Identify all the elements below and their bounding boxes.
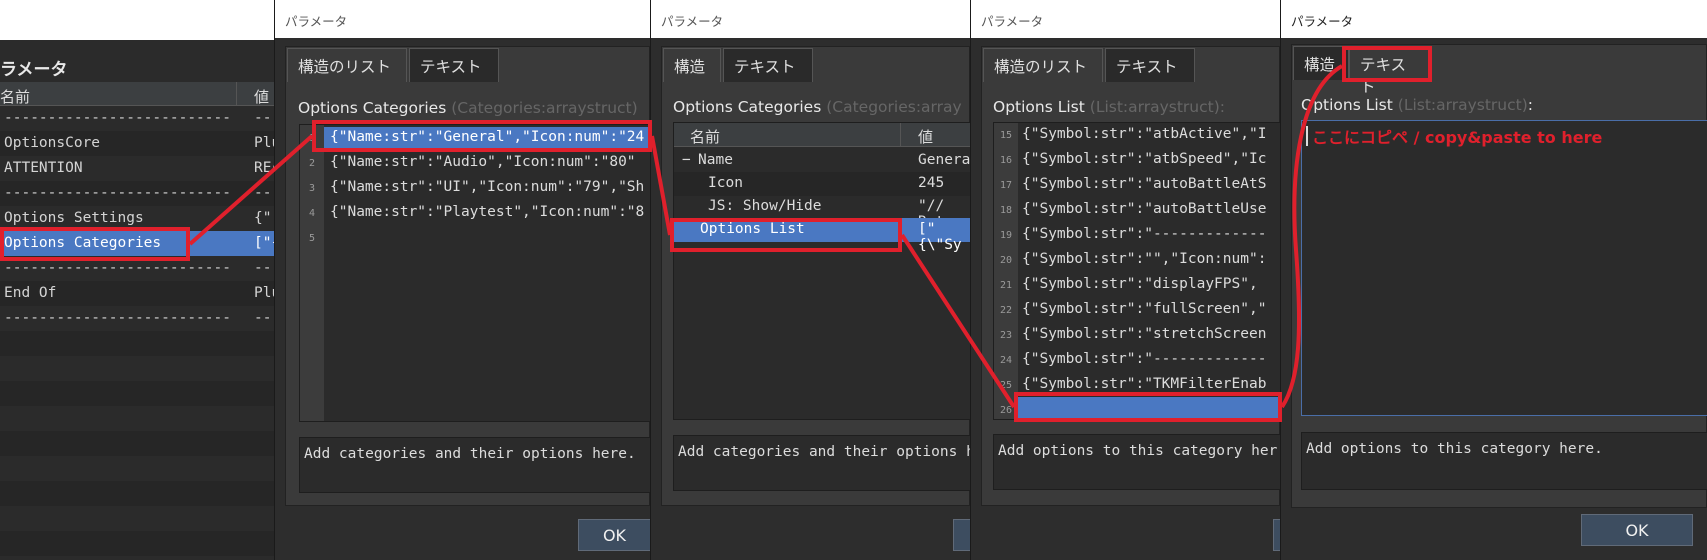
annotation-arrows bbox=[188, 64, 1344, 409]
connector-line bbox=[900, 233, 1016, 409]
connector-line bbox=[650, 135, 672, 236]
connector-line bbox=[188, 134, 314, 246]
connector-curve bbox=[1280, 64, 1344, 409]
